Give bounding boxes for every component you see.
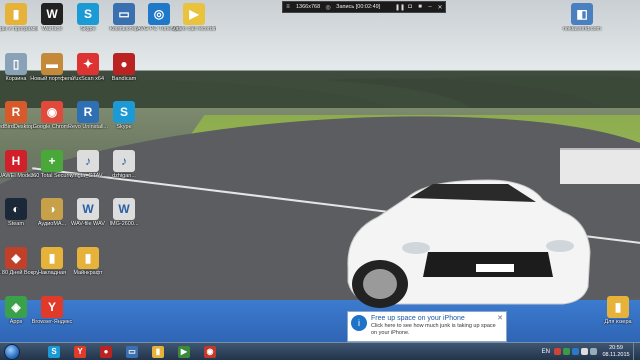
forwork-icon: ▮: [607, 296, 629, 318]
recorder-menu-icon[interactable]: ≡: [284, 3, 292, 11]
taskbar-button-bandicam[interactable]: ●: [94, 344, 118, 360]
desktop-icon-wav2[interactable]: W IMG-2600...: [102, 198, 146, 227]
wingta-icon: ♪: [77, 150, 99, 172]
windows-logo-icon: [4, 343, 20, 360]
trash-icon: ▯: [5, 53, 27, 75]
video-icon: ▶: [183, 3, 205, 25]
media-icon: ▶: [178, 345, 190, 358]
desktop-icon-video[interactable]: ▶Video call recording...: [172, 3, 216, 32]
recorder-target-icon[interactable]: ◎: [324, 3, 332, 11]
system-clock[interactable]: 20:59 08.11.2015: [599, 345, 633, 358]
tray-network-icon[interactable]: [581, 348, 588, 355]
yuxscan-icon: ✦: [77, 53, 99, 75]
audio-icon: ◑: [41, 198, 63, 220]
info-icon: i: [351, 315, 367, 331]
minimize-icon[interactable]: –: [426, 3, 434, 11]
recorder-resolution: 1366x768: [296, 4, 321, 10]
tray-volume-icon[interactable]: [590, 348, 597, 355]
taskbar-button-yandex[interactable]: Y: [68, 344, 92, 360]
steam-icon: ◐: [5, 198, 27, 220]
explorer-icon: ▭: [126, 345, 138, 358]
desktop-icon-label: Майнкрафт: [73, 270, 103, 276]
language-indicator[interactable]: EN: [542, 349, 550, 355]
bandicam-icon: ●: [100, 345, 112, 358]
skype2-icon: S: [113, 101, 135, 123]
desktop-icon-forwork[interactable]: ▮ Для юзера: [596, 296, 640, 325]
tray-app-icon[interactable]: [554, 348, 561, 355]
tray-skype-icon[interactable]: [572, 348, 579, 355]
programs-icon: ▮: [5, 3, 27, 25]
desktop-icon-skype2[interactable]: S Skype: [102, 101, 146, 130]
chrome-icon: ◉: [41, 101, 63, 123]
redbird-icon: R: [5, 101, 27, 123]
desktop-icon-label: Browser-Яндекс: [31, 319, 73, 325]
wav2-icon: W: [113, 198, 135, 220]
minecraft-icon: ▮: [77, 247, 99, 269]
folder-icon: ▮: [152, 345, 164, 358]
recorder-toolbar[interactable]: ≡ 1366x768 ◎ Запись [00:02:49] ❚❚ ◘ ■ – …: [282, 1, 446, 13]
portfolio-icon: ▬: [41, 53, 63, 75]
yandex-icon: Y: [41, 296, 63, 318]
desktop-icon-yandex[interactable]: Y Browser-Яндекс: [30, 296, 74, 325]
taskbar-button-folder[interactable]: ▮: [146, 344, 170, 360]
yandex-icon: Y: [74, 345, 86, 358]
warface-icon: W: [41, 3, 63, 25]
computer-icon: ▭: [113, 3, 135, 25]
recorder-icon: ◉: [204, 345, 216, 358]
desktop-icon-bandicam[interactable]: ● Bandicam: [102, 53, 146, 82]
camera-icon[interactable]: ◘: [406, 3, 414, 11]
desktop-icon-label: dzhigan...: [112, 173, 136, 179]
wallpaper-car: [347, 179, 591, 308]
360-icon: +: [41, 150, 63, 172]
bandicam-icon: ●: [113, 53, 135, 75]
stop-icon[interactable]: ■: [416, 3, 424, 11]
desktop-icon-label: Video call recording...: [172, 26, 216, 32]
skype-icon: S: [77, 3, 99, 25]
close-icon[interactable]: ✕: [436, 3, 444, 11]
taskbar-button-explorer[interactable]: ▭: [120, 344, 144, 360]
avg-icon: ◎: [148, 3, 170, 25]
dzhigan-icon: ♪: [113, 150, 135, 172]
taskbar-button-media[interactable]: ▶: [172, 344, 196, 360]
show-desktop-button[interactable]: [633, 343, 640, 360]
notification-title: Free up space on your iPhone: [371, 315, 465, 322]
notification-balloon[interactable]: i Free up space on your iPhone Click her…: [347, 311, 507, 342]
skype-icon: S: [48, 345, 60, 358]
taskbar-button-recorder[interactable]: ◉: [198, 344, 222, 360]
taskbar-buttons: S Y ● ▭ ▮ ▶ ◉: [42, 344, 224, 360]
notification-close-icon[interactable]: ✕: [497, 314, 503, 322]
taskbar: S Y ● ▭ ▮ ▶ ◉ EN 20:59 08.11.2015: [0, 342, 640, 360]
desktop-icon-label: Для юзера: [604, 319, 632, 325]
wav1-icon: W: [77, 198, 99, 220]
desktop-icon-user[interactable]: ◧ nokiaworld.com: [560, 3, 604, 32]
desktop-icon-dzhigan[interactable]: ♪ dzhigan...: [102, 150, 146, 179]
desktop-icon-label: nokiaworld.com: [562, 26, 602, 32]
clock-date: 08.11.2015: [602, 351, 630, 358]
pause-icon[interactable]: ❚❚: [395, 3, 405, 11]
notification-body: Click here to see how much junk is takin…: [371, 323, 496, 336]
start-button[interactable]: [0, 343, 24, 360]
apps-icon: ◈: [5, 296, 27, 318]
system-tray: EN 20:59 08.11.2015: [542, 343, 640, 360]
recorder-status: Запись [00:02:49]: [336, 4, 381, 10]
huawei-icon: H: [5, 150, 27, 172]
tickets-icon: ▮: [41, 247, 63, 269]
taskbar-button-skype[interactable]: S: [42, 344, 66, 360]
desktop-icon-label: Skype: [116, 124, 132, 130]
desktop-icon-minecraft[interactable]: ▮ Майнкрафт: [66, 247, 110, 276]
desktop-icon-label: Bandicam: [111, 76, 137, 82]
revo-icon: R: [77, 101, 99, 123]
user-icon: ◧: [571, 3, 593, 25]
desktop-icon-label: IMG-2600...: [109, 221, 139, 227]
days-icon: ◆: [5, 247, 27, 269]
tray-security-icon[interactable]: [563, 348, 570, 355]
